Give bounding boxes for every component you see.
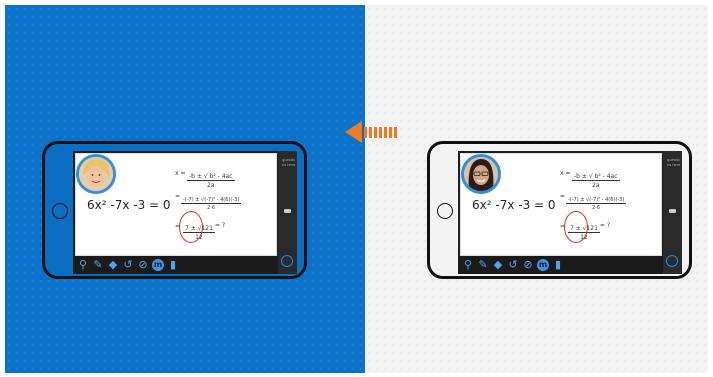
pen-icon[interactable]: ✎	[92, 259, 104, 271]
red-annotation-circle	[179, 211, 203, 243]
side-settings-icon[interactable]	[281, 255, 293, 267]
formula-label: x =	[560, 170, 571, 177]
formula-step1: -(-7) ± √(-7)² - 4(6)(-3) 2·6	[181, 197, 242, 211]
attach-icon[interactable]: ⊘	[137, 259, 149, 271]
step2-tail: = ?	[600, 222, 611, 229]
avatar-student	[461, 154, 501, 194]
phone-left: 6x² -7x -3 = 0 x = -b ± √ b² - 4ac 2a = …	[42, 141, 307, 279]
trash-icon[interactable]: ▮	[552, 259, 564, 271]
side-panel: questions here	[278, 151, 297, 274]
tablet-screen: 6x² -7x -3 = 0 x = -b ± √ b² - 4ac 2a = …	[458, 151, 682, 274]
whiteboard-toolbar: ⚲ ✎ ◆ ↺ ⊘ m ▮	[458, 256, 663, 274]
red-annotation-circle	[564, 211, 588, 243]
eraser-icon[interactable]: ◆	[492, 259, 504, 271]
record-icon[interactable]: m	[152, 259, 164, 271]
zoom-icon[interactable]: ⚲	[77, 259, 89, 271]
side-panel: questions here	[663, 151, 682, 274]
formula-step1: -(-7) ± √(-7)² - 4(6)(-3) 2·6	[566, 197, 627, 211]
record-icon[interactable]: m	[537, 259, 549, 271]
undo-icon[interactable]: ↺	[122, 259, 134, 271]
whiteboard-toolbar: ⚲ ✎ ◆ ↺ ⊘ m ▮	[73, 256, 278, 274]
tablet-screen: 6x² -7x -3 = 0 x = -b ± √ b² - 4ac 2a = …	[73, 151, 297, 274]
eraser-icon[interactable]: ◆	[107, 259, 119, 271]
side-panel-text: questions here	[282, 157, 296, 167]
pen-holder-icon[interactable]	[669, 209, 676, 213]
avatar-tutor	[76, 154, 116, 194]
attach-icon[interactable]: ⊘	[522, 259, 534, 271]
zoom-icon[interactable]: ⚲	[462, 259, 474, 271]
pen-holder-icon[interactable]	[284, 209, 291, 213]
side-panel-text: questions here	[667, 157, 681, 167]
undo-icon[interactable]: ↺	[507, 259, 519, 271]
pen-icon[interactable]: ✎	[477, 259, 489, 271]
home-button[interactable]	[52, 203, 68, 219]
equation-main: 6x² -7x -3 = 0	[87, 198, 171, 212]
arrow-left-dashed-icon	[342, 119, 402, 149]
step2-tail: = ?	[215, 222, 226, 229]
home-button[interactable]	[437, 203, 453, 219]
formula-label: x =	[175, 170, 186, 177]
phone-right: 6x² -7x -3 = 0 x = -b ± √ b² - 4ac 2a = …	[427, 141, 692, 279]
whiteboard-canvas[interactable]: 6x² -7x -3 = 0 x = -b ± √ b² - 4ac 2a = …	[75, 153, 277, 256]
trash-icon[interactable]: ▮	[167, 259, 179, 271]
whiteboard-canvas[interactable]: 6x² -7x -3 = 0 x = -b ± √ b² - 4ac 2a = …	[460, 153, 662, 256]
equation-main: 6x² -7x -3 = 0	[472, 198, 556, 212]
side-settings-icon[interactable]	[666, 255, 678, 267]
equals-1: =	[175, 193, 181, 200]
equals-1: =	[560, 193, 566, 200]
